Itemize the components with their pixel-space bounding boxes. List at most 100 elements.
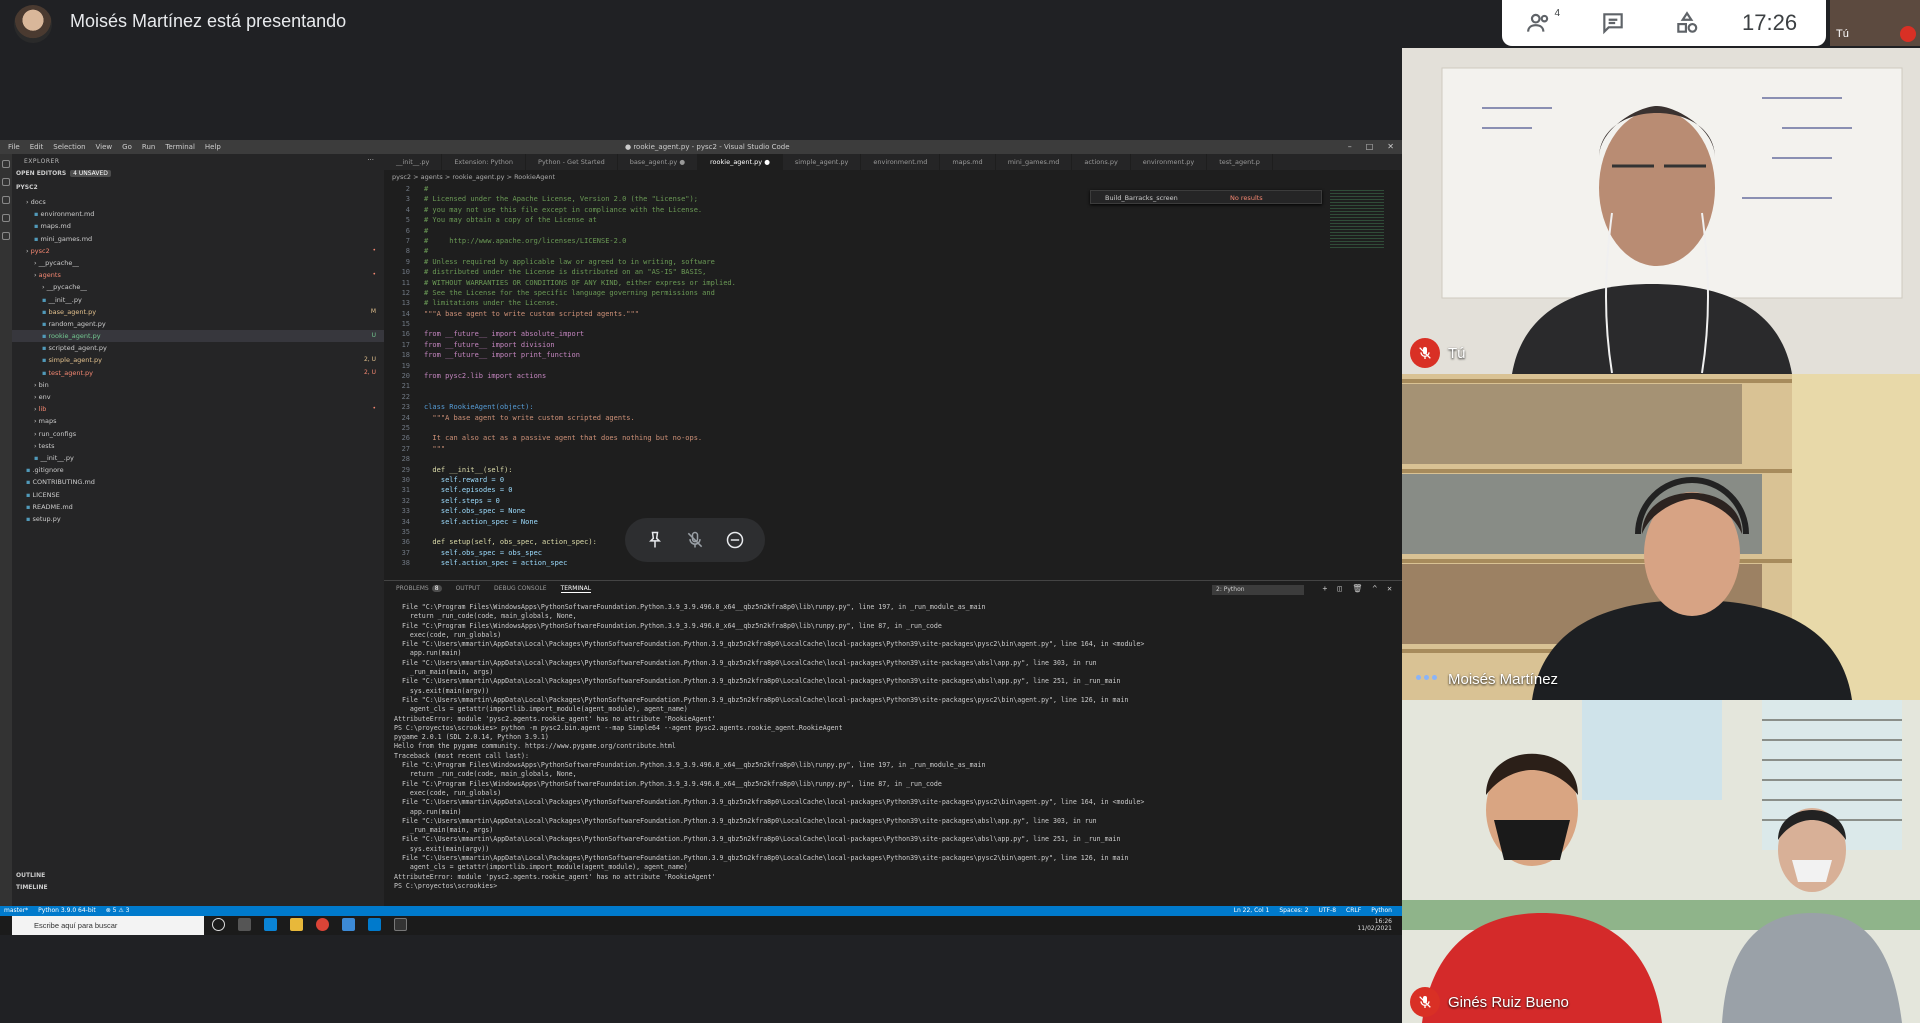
editor-tab[interactable]: rookie_agent.py ● [698,154,783,170]
menu-item[interactable]: Go [122,143,132,151]
more-actions-icon[interactable]: ··· [367,156,374,164]
menu-item[interactable]: Help [205,143,221,151]
tree-file[interactable]: ▪ base_agent.py M [12,306,384,318]
timeline-section[interactable]: TIMELINE [16,884,48,891]
tree-folder[interactable]: › lib • [12,403,384,415]
tree-file[interactable]: ▪ environment.md [12,208,384,220]
tree-file[interactable]: ▪ rookie_agent.py U [12,330,384,343]
tree-folder[interactable]: › __pycache__ [12,281,384,293]
menu-item[interactable]: Edit [30,143,44,151]
tree-folder[interactable]: › maps [12,415,384,427]
status-item[interactable]: Ln 22, Col 1 [1234,907,1270,914]
editor-tab[interactable]: Python - Get Started [526,154,618,170]
participants-button[interactable]: 4 [1502,0,1576,46]
status-item[interactable]: Python 3.9.0 64-bit [38,907,96,914]
terminal-output[interactable]: File "C:\Program Files\WindowsApps\Pytho… [394,603,1394,891]
status-item[interactable]: Spaces: 2 [1279,907,1308,914]
activities-button[interactable] [1650,0,1724,46]
editor-tab[interactable]: simple_agent.py [783,154,862,170]
vscode-icon[interactable] [368,918,381,931]
menu-item[interactable]: File [8,143,20,151]
editor-tab[interactable]: test_agent.p [1207,154,1273,170]
status-item[interactable]: UTF-8 [1319,907,1337,914]
task-view-icon[interactable] [238,918,251,931]
tree-file[interactable]: ▪ CONTRIBUTING.md [12,476,384,488]
panel-tab[interactable]: DEBUG CONSOLE [494,585,547,593]
tree-file[interactable]: ▪ .gitignore [12,464,384,476]
new-terminal-icon[interactable]: + [1323,584,1328,593]
root-folder[interactable]: PYSC2 [16,184,38,191]
editor-tab[interactable]: actions.py [1072,154,1131,170]
status-item[interactable]: ⊗ 5 ⚠ 3 [106,907,130,914]
minimize-icon[interactable]: – [1348,142,1352,151]
minimap[interactable] [1330,188,1384,248]
panel-tab[interactable]: PROBLEMS 8 [396,585,442,593]
menu-item[interactable]: View [96,143,113,151]
run-debug-icon[interactable] [2,214,10,222]
chat-button[interactable] [1576,0,1650,46]
files-icon[interactable] [2,160,10,168]
editor-tab[interactable]: Extension: Python [442,154,527,170]
tree-file[interactable]: ▪ simple_agent.py 2, U [12,354,384,366]
open-editors-section[interactable]: OPEN EDITORS 4 UNSAVED [16,170,111,177]
editor-tab[interactable]: __init__.py [384,154,443,170]
tree-file[interactable]: ▪ random_agent.py [12,318,384,330]
tree-file[interactable]: ▪ test_agent.py 2, U [12,367,384,379]
tree-folder[interactable]: › agents • [12,269,384,281]
editor-tab[interactable]: base_agent.py ● [618,154,699,170]
tree-folder[interactable]: › docs [12,196,384,208]
chrome-icon[interactable] [316,918,329,931]
maximize-icon[interactable]: □ [1366,142,1374,151]
file-explorer-icon[interactable] [290,918,303,931]
tree-folder[interactable]: › __pycache__ [12,257,384,269]
self-view-thumbnail[interactable]: Tú [1830,0,1920,46]
tree-file[interactable]: ▪ README.md [12,501,384,513]
menu-item[interactable]: Run [142,143,155,151]
close-panel-icon[interactable]: ✕ [1387,584,1392,593]
tree-file[interactable]: ▪ scripted_agent.py [12,342,384,354]
tree-folder[interactable]: › env [12,391,384,403]
tree-folder[interactable]: › tests [12,440,384,452]
cortana-icon[interactable] [212,918,225,931]
tree-file[interactable]: ▪ LICENSE [12,489,384,501]
extensions-icon[interactable] [2,232,10,240]
terminal-icon[interactable] [394,918,407,931]
terminal-select[interactable]: 2: Python [1212,585,1304,595]
tree-folder[interactable]: › pysc2 • [12,245,384,257]
tree-file[interactable]: ▪ maps.md [12,220,384,232]
tree-file[interactable]: ▪ setup.py [12,513,384,525]
panel-tab[interactable]: OUTPUT [456,585,480,593]
breadcrumb[interactable]: pysc2 > agents > rookie_agent.py > Rooki… [392,173,555,181]
search-icon[interactable] [2,178,10,186]
pin-icon[interactable] [645,530,665,550]
chevron-up-icon[interactable]: ^ [1372,584,1377,593]
tree-file[interactable]: ▪ __init__.py [12,452,384,464]
editor-tab[interactable]: mini_games.md [996,154,1073,170]
participant-tile[interactable]: Moisés Martínez [1402,374,1920,700]
menu-item[interactable]: Selection [53,143,85,151]
participant-tile[interactable]: Tú [1402,48,1920,374]
menu-item[interactable]: Terminal [165,143,195,151]
edge-icon[interactable] [264,918,277,931]
remove-icon[interactable] [725,530,745,550]
code-editor[interactable]: 2 #3 # Licensed under the Apache License, … [384,184,1402,580]
find-input[interactable]: Build_Barracks_screen [1105,194,1178,202]
editor-tab[interactable]: maps.md [940,154,996,170]
trash-icon[interactable]: 🗑 [1352,584,1362,593]
store-icon[interactable] [342,918,355,931]
status-item[interactable]: master* [4,907,28,914]
taskbar-search[interactable]: Escribe aquí para buscar [12,916,204,935]
tree-file[interactable]: ▪ __init__.py [12,294,384,306]
tree-folder[interactable]: › bin [12,379,384,391]
panel-tab[interactable]: TERMINAL [560,585,592,593]
participant-tile[interactable]: Ginés Ruiz Bueno [1402,700,1920,1023]
tree-file[interactable]: ▪ mini_games.md [12,233,384,245]
outline-section[interactable]: OUTLINE [16,872,45,879]
mic-off-icon[interactable] [685,530,705,550]
editor-tab[interactable]: environment.py [1131,154,1208,170]
tree-folder[interactable]: › run_configs [12,428,384,440]
find-widget[interactable]: Build_Barracks_screen No results [1090,190,1322,204]
status-item[interactable]: Python [1371,907,1392,914]
source-control-icon[interactable] [2,196,10,204]
editor-tab[interactable]: environment.md [861,154,941,170]
